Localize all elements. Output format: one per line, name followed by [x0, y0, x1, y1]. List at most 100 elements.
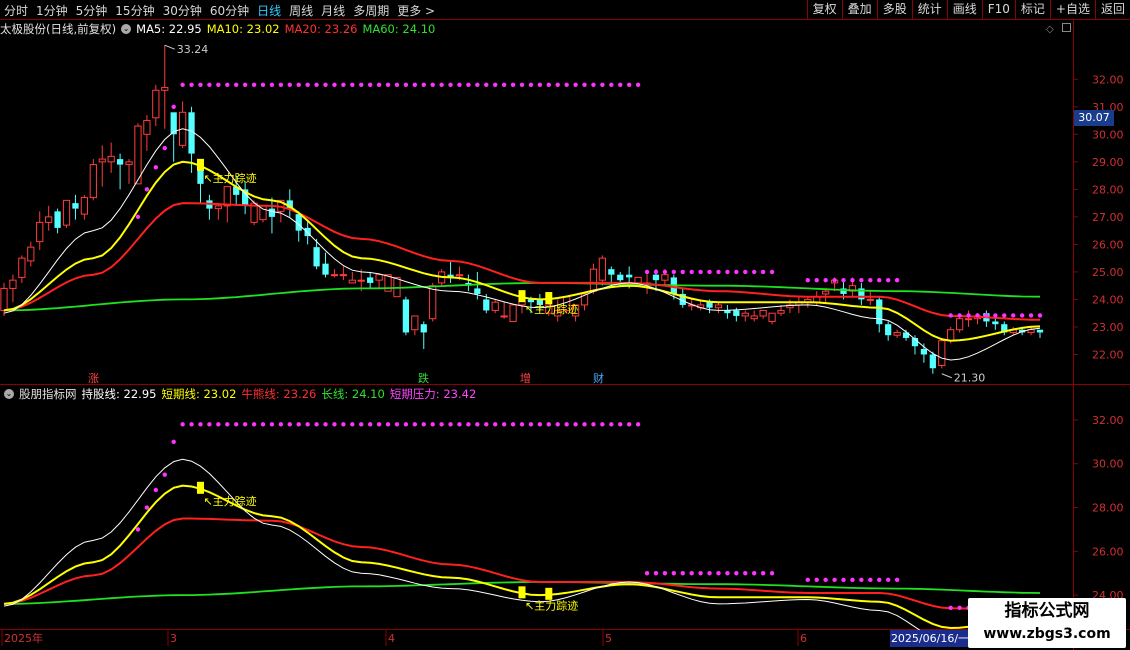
candle-body	[866, 298, 874, 301]
pressure-dot	[296, 82, 301, 87]
candle-body	[822, 290, 830, 295]
candle-body	[223, 186, 231, 207]
pressure-dot	[376, 82, 382, 87]
lower-pressure-dot	[635, 422, 641, 427]
candle	[286, 189, 293, 217]
pressure-dot	[403, 82, 409, 87]
pressure-dot	[814, 277, 819, 283]
pressure-dot	[519, 82, 525, 87]
pressure-dot	[680, 269, 685, 275]
x-tick-label: 5	[605, 632, 612, 645]
candle-body	[617, 274, 624, 281]
candle	[893, 329, 901, 338]
lower-pressure-dot	[251, 422, 257, 427]
lower-pressure-dot	[475, 422, 480, 427]
pressure-dot	[716, 269, 721, 275]
y-tick-label: 24.00	[1092, 293, 1124, 306]
lower-pressure-dot	[171, 439, 176, 445]
candle-body	[876, 299, 883, 325]
pressure-dot	[153, 165, 159, 170]
y-tick-label: 29.00	[1092, 156, 1124, 169]
y-tick-label: 28.00	[1092, 183, 1124, 196]
lower-pressure-dot	[716, 571, 721, 576]
y-tick-label: 23.00	[1092, 321, 1124, 334]
candle-body	[89, 164, 97, 199]
pressure-dot	[948, 313, 953, 318]
lower-pressure-dot	[564, 422, 569, 427]
candle-body	[759, 309, 767, 317]
lower-pressure-dot	[609, 422, 614, 427]
indicator-name[interactable]: 股朋指标网	[19, 386, 77, 402]
hold-line-label: 持股线: 22.95	[81, 387, 157, 401]
pressure-dot	[314, 82, 319, 87]
pressure-dot	[1028, 313, 1034, 318]
annotations: 33.24 21.30 涨 跌 增 财	[88, 43, 985, 385]
candle-body	[938, 340, 946, 366]
lower-signal-bar	[196, 481, 204, 494]
candle	[500, 302, 508, 319]
chevron-down-icon[interactable]: ⌄	[4, 389, 14, 399]
lower-pressure-dot	[725, 571, 730, 576]
candle	[964, 310, 973, 327]
candle	[911, 335, 919, 355]
lower-pressure-dot	[269, 422, 275, 427]
cursor-date-box: 2025/06/16/一	[890, 630, 970, 647]
pressure-dot	[868, 277, 873, 283]
diamond-icon[interactable]: ◇	[1046, 24, 1054, 35]
lower-pressure-dot	[385, 422, 391, 427]
lower-pressure-dot	[501, 422, 507, 427]
lower-pressure-dot	[135, 527, 141, 532]
lower-pressure-dot	[734, 571, 739, 576]
lower-pressure-dot	[421, 422, 426, 427]
candle	[885, 321, 892, 341]
pressure-dot	[412, 82, 418, 87]
candle-body	[733, 310, 740, 316]
candle	[858, 282, 865, 305]
lower-pressure-dot	[189, 422, 194, 427]
candle	[98, 145, 106, 187]
candle	[45, 205, 53, 231]
pressure-dot	[573, 82, 578, 87]
candle	[714, 302, 723, 314]
candle-body	[54, 211, 61, 228]
lower-pressure-dot	[662, 571, 668, 576]
window-square-icon[interactable]	[1062, 23, 1071, 32]
pressure-dot	[225, 82, 230, 87]
candle	[1001, 321, 1008, 336]
watermark-url: www.zbgs3.com	[983, 626, 1111, 642]
lower-pressure-dot	[314, 422, 319, 427]
kline-chart[interactable]: 32.0031.0030.0029.0028.0027.0026.0025.00…	[0, 0, 1130, 650]
signal-label: ↖主力踪迹	[203, 171, 256, 185]
candle-body	[411, 315, 419, 331]
candle-body	[455, 274, 464, 277]
candle-body	[72, 203, 79, 209]
upper-info-bar: 太极股份(日线,前复权) ⌄ MA5: 22.95 MA10: 23.02 MA…	[0, 20, 440, 38]
candle	[259, 205, 267, 223]
pressure-dot	[323, 82, 328, 87]
pressure-dot	[752, 269, 757, 275]
chevron-down-icon[interactable]: ⌄	[121, 24, 132, 34]
pressure-dot	[841, 277, 846, 283]
lower-pressure-dot	[823, 577, 828, 583]
candle	[170, 112, 177, 162]
pressure-dot	[957, 313, 962, 318]
lower-pressure-dot	[367, 422, 373, 427]
candle-body	[125, 161, 133, 166]
candle-body	[920, 348, 928, 355]
candle-body	[80, 197, 89, 215]
lower-pressure-dot	[403, 422, 409, 427]
lower-ma5-line	[3, 458, 1041, 644]
lower-pressure-dot	[859, 577, 864, 583]
pressure-dot	[662, 269, 668, 275]
lower-pressure-dot	[225, 422, 230, 427]
pressure-dot	[421, 82, 426, 87]
ma20-label: MA20: 23.26	[284, 22, 358, 36]
pressure-dot	[600, 82, 605, 87]
pressure-dot	[984, 313, 989, 318]
stock-title[interactable]: 太极股份(日线,前复权)	[0, 21, 116, 37]
candle	[89, 159, 97, 201]
pressure-dot	[743, 269, 748, 275]
pressure-dot	[1019, 313, 1025, 318]
candle	[822, 288, 830, 303]
candle	[375, 274, 383, 289]
